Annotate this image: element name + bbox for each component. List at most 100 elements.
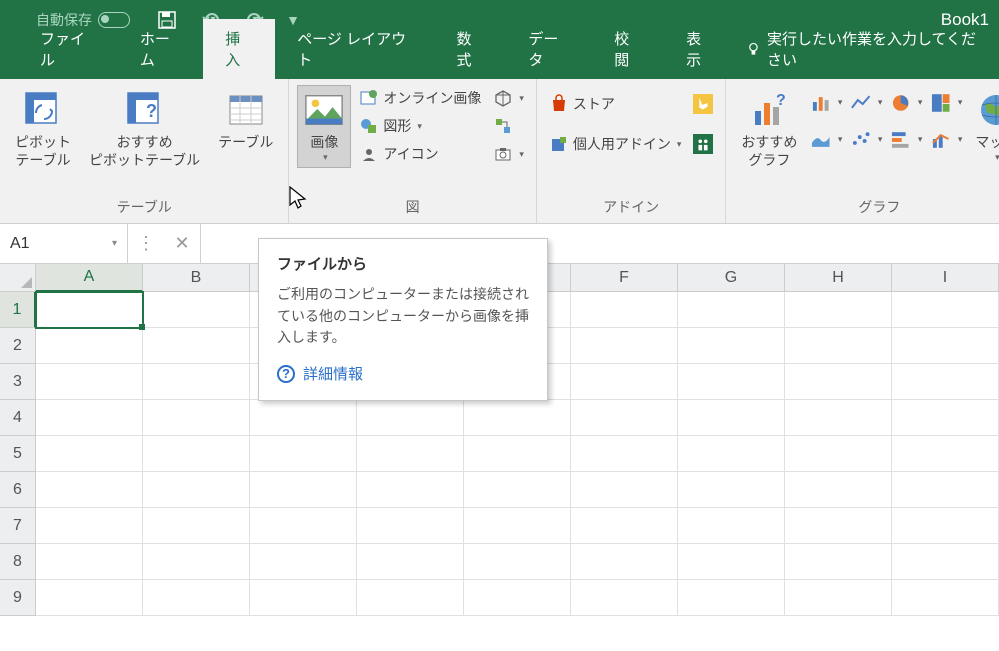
cell[interactable] [464, 508, 571, 544]
tab-home[interactable]: ホーム [118, 19, 203, 79]
tell-me-search[interactable]: 実行したい作業を入力してください [736, 19, 999, 79]
tab-review[interactable]: 校閲 [592, 19, 664, 79]
row-header[interactable]: 7 [0, 508, 36, 544]
cell[interactable] [785, 544, 892, 580]
tab-file[interactable]: ファイル [18, 19, 118, 79]
cell[interactable] [785, 580, 892, 616]
cell[interactable] [36, 292, 143, 328]
hierarchy-chart-button[interactable]: ▾ [808, 122, 844, 157]
cell[interactable] [571, 544, 678, 580]
row-header[interactable]: 9 [0, 580, 36, 616]
treemap-button[interactable]: ▾ [928, 85, 964, 120]
cell[interactable] [892, 580, 999, 616]
cell[interactable] [250, 580, 357, 616]
cell[interactable] [357, 544, 464, 580]
column-header[interactable]: B [143, 264, 250, 292]
cell[interactable] [143, 472, 250, 508]
line-chart-button[interactable]: ▾ [848, 85, 884, 120]
tab-insert[interactable]: 挿入 [203, 19, 275, 79]
cell[interactable] [892, 328, 999, 364]
cell[interactable] [250, 400, 357, 436]
people-graph-button[interactable] [689, 131, 717, 157]
cell[interactable] [143, 544, 250, 580]
cell[interactable] [464, 472, 571, 508]
bing-maps-button[interactable] [689, 91, 717, 117]
cell[interactable] [678, 400, 785, 436]
cell[interactable] [785, 292, 892, 328]
cell[interactable] [250, 544, 357, 580]
cell[interactable] [250, 508, 357, 544]
cell[interactable] [36, 436, 143, 472]
cell[interactable] [36, 400, 143, 436]
cell[interactable] [357, 400, 464, 436]
cell[interactable] [250, 472, 357, 508]
recommended-charts-button[interactable]: ? おすすめ グラフ [734, 85, 804, 174]
row-header[interactable]: 2 [0, 328, 36, 364]
cell[interactable] [464, 400, 571, 436]
cell[interactable] [357, 472, 464, 508]
cell[interactable] [357, 508, 464, 544]
cell[interactable] [785, 508, 892, 544]
picture-button[interactable]: 画像 ▾ [297, 85, 351, 168]
column-header[interactable]: H [785, 264, 892, 292]
tab-page-layout[interactable]: ページ レイアウト [275, 19, 434, 79]
cell[interactable] [464, 544, 571, 580]
cell[interactable] [892, 544, 999, 580]
cell[interactable] [571, 436, 678, 472]
column-header[interactable]: F [571, 264, 678, 292]
cell[interactable] [143, 400, 250, 436]
tab-formulas[interactable]: 数式 [434, 19, 506, 79]
bar-chart-button[interactable]: ▾ [888, 122, 924, 157]
column-header[interactable]: G [678, 264, 785, 292]
cell[interactable] [678, 544, 785, 580]
cell[interactable] [571, 328, 678, 364]
store-button[interactable]: ストア [545, 91, 686, 117]
tooltip-more-link[interactable]: ? 詳細情報 [277, 363, 529, 384]
pie-chart-button[interactable]: ▾ [888, 85, 924, 120]
cell[interactable] [36, 580, 143, 616]
tab-view[interactable]: 表示 [664, 19, 736, 79]
cell[interactable] [785, 364, 892, 400]
row-header[interactable]: 3 [0, 364, 36, 400]
cell[interactable] [678, 472, 785, 508]
screenshot-button[interactable]: ▾ [489, 141, 528, 167]
cell[interactable] [143, 508, 250, 544]
row-header[interactable]: 4 [0, 400, 36, 436]
cell[interactable] [571, 364, 678, 400]
cell[interactable] [785, 472, 892, 508]
cell[interactable] [250, 436, 357, 472]
my-addins-button[interactable]: 個人用アドイン ▾ [545, 131, 686, 157]
column-header[interactable]: A [36, 264, 143, 292]
row-header[interactable]: 6 [0, 472, 36, 508]
cell[interactable] [143, 328, 250, 364]
3d-models-button[interactable]: ▾ [489, 85, 528, 111]
recommended-pivot-button[interactable]: ? おすすめ ピボットテーブル [82, 85, 207, 174]
cell[interactable] [464, 580, 571, 616]
combo-chart-button[interactable]: ▾ [928, 122, 964, 157]
cell[interactable] [678, 328, 785, 364]
cell[interactable] [785, 400, 892, 436]
cell[interactable] [892, 436, 999, 472]
cell[interactable] [678, 292, 785, 328]
cell[interactable] [357, 436, 464, 472]
smartart-button[interactable] [489, 113, 528, 139]
cell[interactable] [571, 292, 678, 328]
cell[interactable] [36, 328, 143, 364]
shapes-button[interactable]: 図形 ▾ [355, 113, 485, 139]
online-pictures-button[interactable]: オンライン画像 [355, 85, 485, 111]
cell[interactable] [464, 436, 571, 472]
row-header[interactable]: 5 [0, 436, 36, 472]
name-box[interactable]: A1 ▾ [0, 224, 128, 263]
cancel-formula-button[interactable]: ✕ [164, 224, 200, 263]
cell[interactable] [36, 364, 143, 400]
pivot-table-button[interactable]: ピボット テーブル [8, 85, 78, 174]
tab-data[interactable]: データ [506, 19, 592, 79]
cell[interactable] [892, 508, 999, 544]
cell[interactable] [357, 580, 464, 616]
row-header[interactable]: 1 [0, 292, 36, 328]
select-all-corner[interactable] [0, 264, 36, 292]
cell[interactable] [892, 364, 999, 400]
cell[interactable] [785, 436, 892, 472]
cell[interactable] [892, 292, 999, 328]
cell[interactable] [678, 580, 785, 616]
